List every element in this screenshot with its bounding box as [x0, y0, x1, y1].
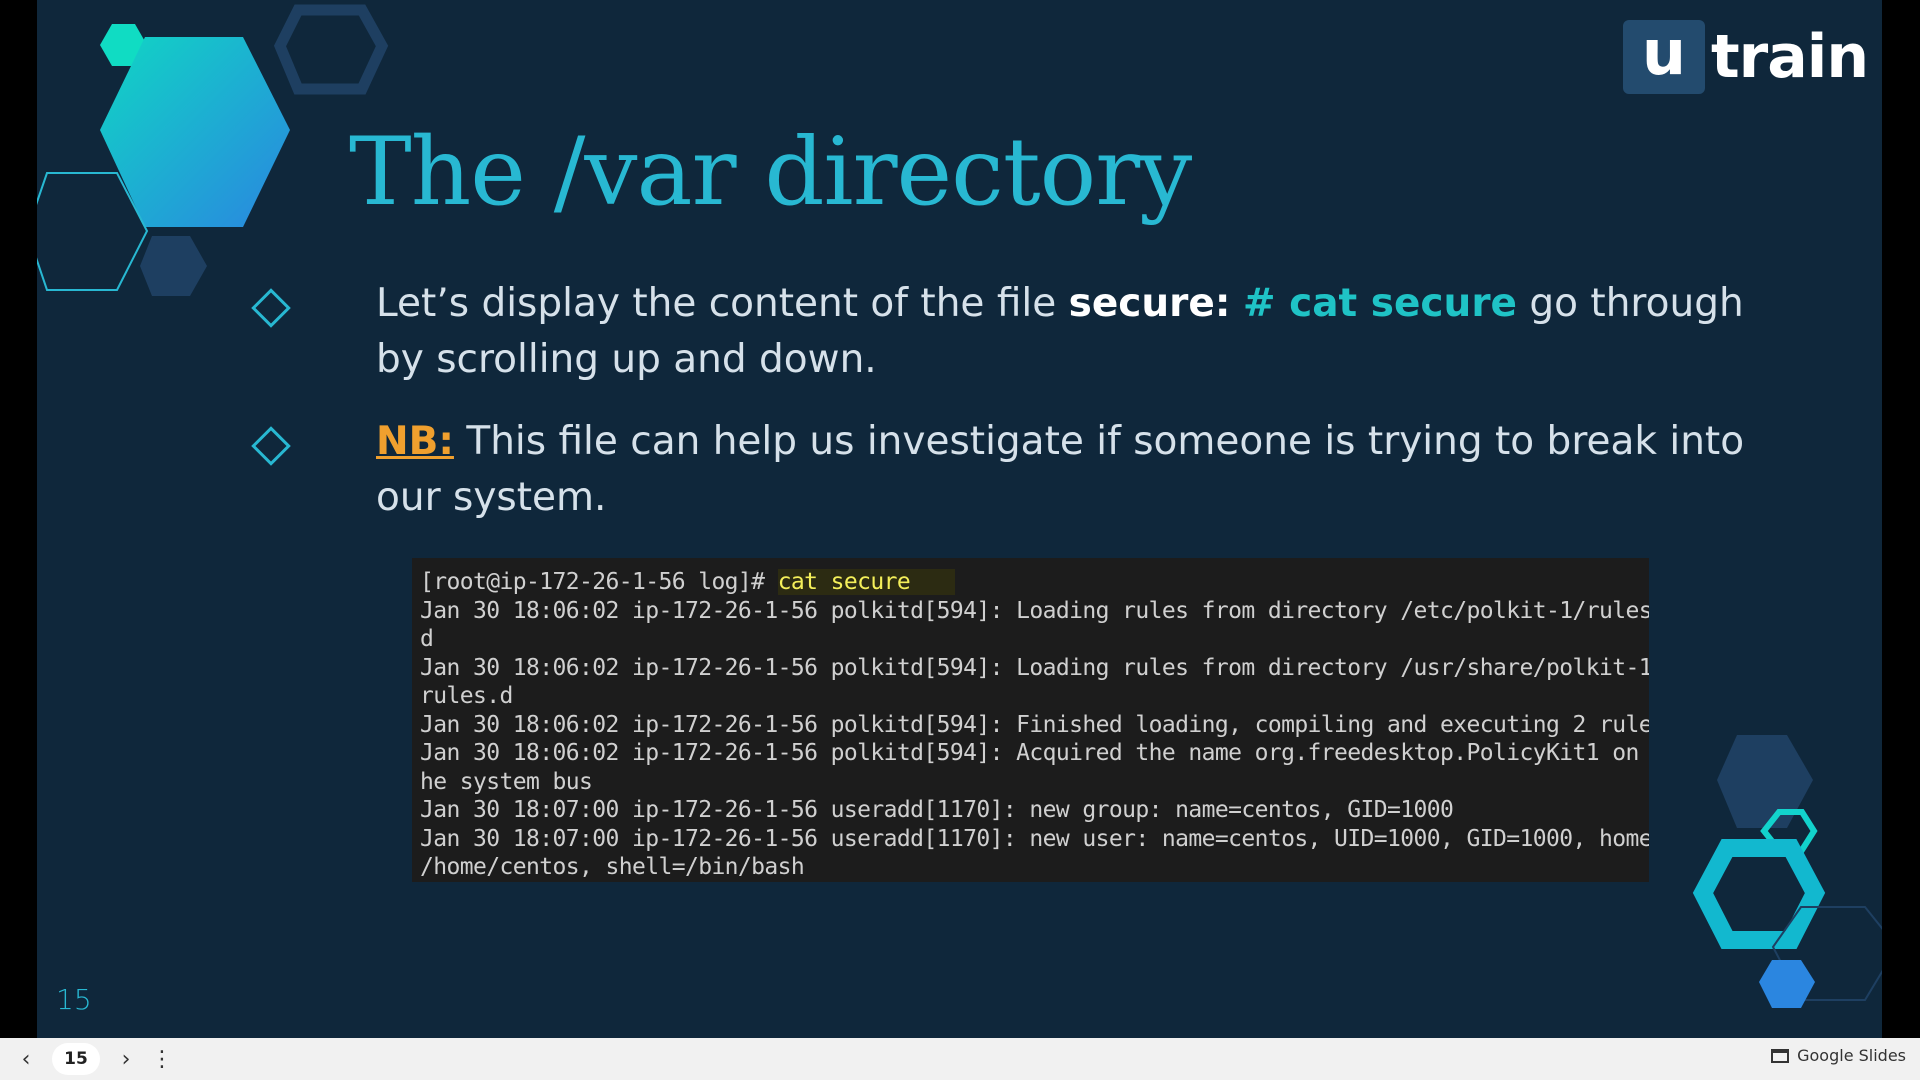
current-page-indicator[interactable]: 15 [52, 1043, 100, 1075]
google-slides-link[interactable]: Google Slides [1771, 1046, 1906, 1065]
terminal-prompt: [root@ip-172-26-1-56 log]# [420, 569, 778, 595]
logo-wordmark: train [1711, 22, 1869, 92]
bullet-spacer [1230, 281, 1242, 326]
slide-page-number: 15 [56, 983, 92, 1016]
more-options-button[interactable]: ⋮ [144, 1041, 180, 1077]
terminal-line: d [420, 626, 434, 652]
terminal-line: Jan 30 18:07:00 ip-172-26-1-56 useradd[1… [420, 825, 1649, 852]
next-slide-button[interactable]: › [108, 1041, 144, 1077]
terminal-line: rules.d [420, 683, 513, 709]
bullet-text: Let’s display the content of the file se… [376, 276, 1746, 388]
diamond-bullet-icon [251, 426, 291, 466]
terminal-line: he system bus [420, 768, 593, 795]
terminal-line: Jan 30 18:06:02 ip-172-26-1-56 polkitd[5… [420, 654, 1649, 681]
chevron-left-icon: ‹ [21, 1046, 31, 1072]
hexagon-shape [140, 236, 207, 296]
slide-title: The /var directory [349, 118, 1192, 227]
terminal-line: Jan 30 18:07:00 ip-172-26-1-56 useradd[1… [420, 797, 1454, 823]
bullet-command: # cat secure [1242, 281, 1518, 326]
hexagon-shape [1692, 839, 1826, 949]
bullet-filename: secure: [1068, 281, 1231, 326]
terminal-cropped-top [412, 558, 1649, 568]
terminal-line: Jan 30 18:06:02 ip-172-26-1-56 polkitd[5… [420, 711, 1649, 738]
terminal-command: cat secure [777, 569, 956, 595]
brand-label: Google Slides [1797, 1046, 1906, 1065]
logo-mark: u [1623, 20, 1705, 94]
hexagon-shape [273, 4, 389, 95]
bullet-item: Let’s display the content of the file se… [251, 276, 1744, 396]
terminal-line: Jan 30 18:06:02 ip-172-26-1-56 polkitd[5… [420, 740, 1649, 766]
bullet-text: NB: This file can help us investigate if… [376, 414, 1746, 526]
nb-label: NB: [376, 419, 454, 464]
terminal-screenshot: [root@ip-172-26-1-56 log]# cat secure Ja… [412, 558, 1649, 882]
previous-slide-button[interactable]: ‹ [8, 1041, 44, 1077]
bullet-text-part: This file can help us investigate if som… [376, 419, 1745, 520]
terminal-line: Jan 30 18:06:02 ip-172-26-1-56 polkitd[5… [420, 597, 1649, 624]
slide: The /var directory u train Let’s display… [37, 0, 1882, 1038]
bullet-text-part: Let’s display the content of the file [376, 281, 1069, 326]
more-vertical-icon: ⋮ [151, 1046, 173, 1072]
terminal-line: /home/centos, shell=/bin/bash [420, 854, 805, 880]
slides-icon [1771, 1048, 1790, 1063]
chevron-right-icon: › [121, 1046, 131, 1072]
bullet-item: NB: This file can help us investigate if… [251, 414, 1744, 534]
utrain-logo: u train [1623, 20, 1869, 94]
diamond-bullet-icon [251, 288, 291, 328]
presentation-controls: ‹ 15 › ⋮ Google Slides [0, 1038, 1920, 1080]
terminal-prompt-line: [root@ip-172-26-1-56 log]# cat secure [412, 568, 1649, 597]
